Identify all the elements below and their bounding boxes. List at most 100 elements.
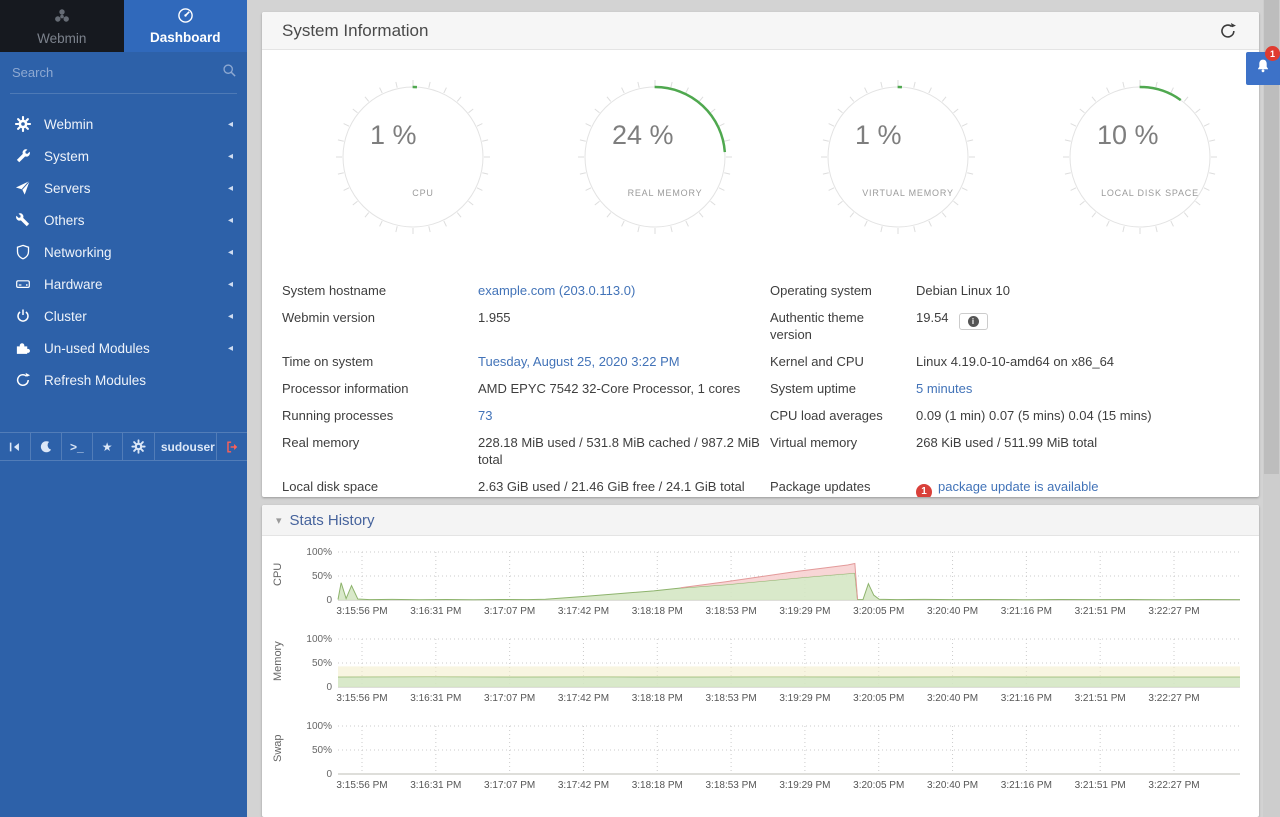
info-label-local-disk-space: Local disk space	[282, 473, 478, 497]
svg-text:1 %: 1 %	[855, 120, 902, 150]
logout-icon[interactable]	[217, 433, 247, 460]
sidebar-item-label: System	[44, 149, 89, 164]
settings-icon[interactable]	[123, 433, 155, 460]
info-label-kernel-and-cpu: Kernel and CPU	[770, 348, 916, 375]
svg-text:100%: 100%	[306, 721, 332, 732]
refresh-icon	[14, 372, 31, 389]
sidebar-item-refresh-modules[interactable]: Refresh Modules	[0, 364, 247, 396]
svg-text:0: 0	[326, 595, 332, 606]
info-value-running-processes[interactable]: 73	[478, 402, 770, 429]
svg-text:100%: 100%	[306, 634, 332, 645]
chevron-left-icon: ◂	[228, 247, 233, 258]
sidebar-item-webmin[interactable]: Webmin ◂	[0, 108, 247, 140]
svg-text:3:16:31 PM: 3:16:31 PM	[410, 693, 461, 704]
system-information-panel: System Information 1 % CPU 24 %REAL MEMORY…	[262, 12, 1259, 497]
svg-text:3:17:42 PM: 3:17:42 PM	[558, 780, 609, 791]
svg-text:3:19:29 PM: 3:19:29 PM	[779, 780, 830, 791]
swap-axis-title: Swap	[268, 720, 288, 776]
info-value-virtual-memory: 268 KiB used / 511.99 MiB total	[916, 429, 1259, 473]
night-mode-icon[interactable]	[31, 433, 62, 460]
info-label-webmin-version: Webmin version	[282, 304, 478, 348]
webmin-logo-icon	[53, 7, 71, 28]
swap-chart: Swap3:15:56 PM3:16:31 PM3:17:07 PM3:17:4…	[268, 720, 1255, 794]
search-icon[interactable]	[222, 63, 237, 83]
info-value-processor-information: AMD EPYC 7542 32-Core Processor, 1 cores	[478, 375, 770, 402]
wrench-icon	[14, 148, 31, 165]
svg-text:CPU: CPU	[412, 188, 433, 198]
collapse-icon[interactable]	[0, 433, 31, 460]
svg-text:3:17:42 PM: 3:17:42 PM	[558, 606, 609, 617]
sidebar-item-cluster[interactable]: Cluster◂	[0, 300, 247, 332]
info-value-time-on-system[interactable]: Tuesday, August 25, 2020 3:22 PM	[478, 348, 770, 375]
info-value-operating-system: Debian Linux 10	[916, 277, 1259, 304]
info-label-system-hostname: System hostname	[282, 277, 478, 304]
theme-info-icon[interactable]: i	[959, 313, 988, 330]
favorites-icon[interactable]: ★	[93, 433, 123, 460]
sidebar-item-label: Refresh Modules	[44, 373, 146, 388]
tab-dashboard[interactable]: Dashboard	[124, 0, 248, 52]
refresh-page-icon[interactable]	[1217, 20, 1239, 42]
svg-text:REAL MEMORY: REAL MEMORY	[628, 188, 703, 198]
paper-plane-icon	[14, 180, 31, 197]
sidebar-item-label: Hardware	[44, 277, 103, 292]
sidebar-item-label: Webmin	[44, 117, 93, 132]
sidebar-item-label: Servers	[44, 181, 91, 196]
info-value-authentic-theme-version: 19.54i	[916, 304, 1259, 348]
svg-text:50%: 50%	[312, 571, 332, 582]
svg-text:3:20:40 PM: 3:20:40 PM	[927, 606, 978, 617]
page-scrollbar[interactable]	[1263, 0, 1280, 817]
page-title: System Information	[282, 21, 1217, 41]
gauge-real-memory: 24 %REAL MEMORY	[570, 72, 740, 247]
svg-text:50%: 50%	[312, 658, 332, 669]
sidebar-item-others[interactable]: Others◂	[0, 204, 247, 236]
svg-text:VIRTUAL MEMORY: VIRTUAL MEMORY	[862, 188, 954, 198]
sidebar-item-label: Others	[44, 213, 85, 228]
info-label-system-uptime: System uptime	[770, 375, 916, 402]
svg-text:10 %: 10 %	[1097, 120, 1159, 150]
chevron-left-icon: ◂	[228, 279, 233, 290]
notifications-bell-button[interactable]: 1	[1246, 52, 1280, 85]
svg-text:3:18:53 PM: 3:18:53 PM	[706, 693, 757, 704]
stats-charts: CPU3:15:56 PM3:16:31 PM3:17:07 PM3:17:42…	[262, 536, 1259, 794]
sidebar-item-label: Networking	[44, 245, 112, 260]
tab-webmin-label: Webmin	[37, 31, 86, 46]
chevron-left-icon: ◂	[228, 119, 233, 130]
svg-text:3:21:16 PM: 3:21:16 PM	[1001, 606, 1052, 617]
info-value-system-uptime[interactable]: 5 minutes	[916, 375, 1259, 402]
svg-text:3:21:51 PM: 3:21:51 PM	[1075, 780, 1126, 791]
favorites-icon-glyph: ★	[102, 441, 113, 453]
svg-text:3:22:27 PM: 3:22:27 PM	[1148, 606, 1199, 617]
sidebar-item-hardware[interactable]: Hardware ◂	[0, 268, 247, 300]
chevron-left-icon: ◂	[228, 183, 233, 194]
sidebar-search	[10, 52, 237, 94]
collapse-triangle-icon[interactable]: ▾	[276, 514, 282, 527]
memory-axis-title: Memory	[268, 633, 288, 689]
svg-text:3:15:56 PM: 3:15:56 PM	[336, 693, 387, 704]
info-label-running-processes: Running processes	[282, 402, 478, 429]
info-label-real-memory: Real memory	[282, 429, 478, 473]
sidebar-item-un-used-modules[interactable]: Un-used Modules◂	[0, 332, 247, 364]
chevron-left-icon: ◂	[228, 343, 233, 354]
svg-text:3:22:27 PM: 3:22:27 PM	[1148, 693, 1199, 704]
info-value-webmin-version: 1.955	[478, 304, 770, 348]
stats-history-title: Stats History	[290, 512, 375, 529]
terminal-icon[interactable]: >_	[62, 433, 93, 460]
search-input[interactable]	[10, 64, 222, 81]
svg-text:3:18:18 PM: 3:18:18 PM	[632, 693, 683, 704]
info-value-system-hostname[interactable]: example.com (203.0.113.0)	[478, 277, 770, 304]
gauge-virtual-memory: 1 % VIRTUAL MEMORY	[813, 72, 983, 247]
svg-text:3:18:18 PM: 3:18:18 PM	[632, 780, 683, 791]
system-information-header: System Information	[262, 12, 1259, 50]
sidebar-item-servers[interactable]: Servers ◂	[0, 172, 247, 204]
sidebar-item-system[interactable]: System◂	[0, 140, 247, 172]
info-value-cpu-load-averages: 0.09 (1 min) 0.07 (5 mins) 0.04 (15 mins…	[916, 402, 1259, 429]
notification-count-badge: 1	[1265, 46, 1280, 61]
memory-chart: Memory3:15:56 PM3:16:31 PM3:17:07 PM3:17…	[268, 633, 1255, 707]
user-button[interactable]: sudouser	[155, 433, 217, 460]
tab-webmin[interactable]: Webmin	[0, 0, 124, 52]
info-value-package-updates[interactable]: 1package update is available	[916, 473, 1259, 497]
sidebar-item-networking[interactable]: Networking ◂	[0, 236, 247, 268]
svg-text:3:16:31 PM: 3:16:31 PM	[410, 606, 461, 617]
stats-history-panel: ▾ Stats History CPU3:15:56 PM3:16:31 PM3…	[262, 505, 1259, 817]
svg-text:3:21:51 PM: 3:21:51 PM	[1075, 693, 1126, 704]
